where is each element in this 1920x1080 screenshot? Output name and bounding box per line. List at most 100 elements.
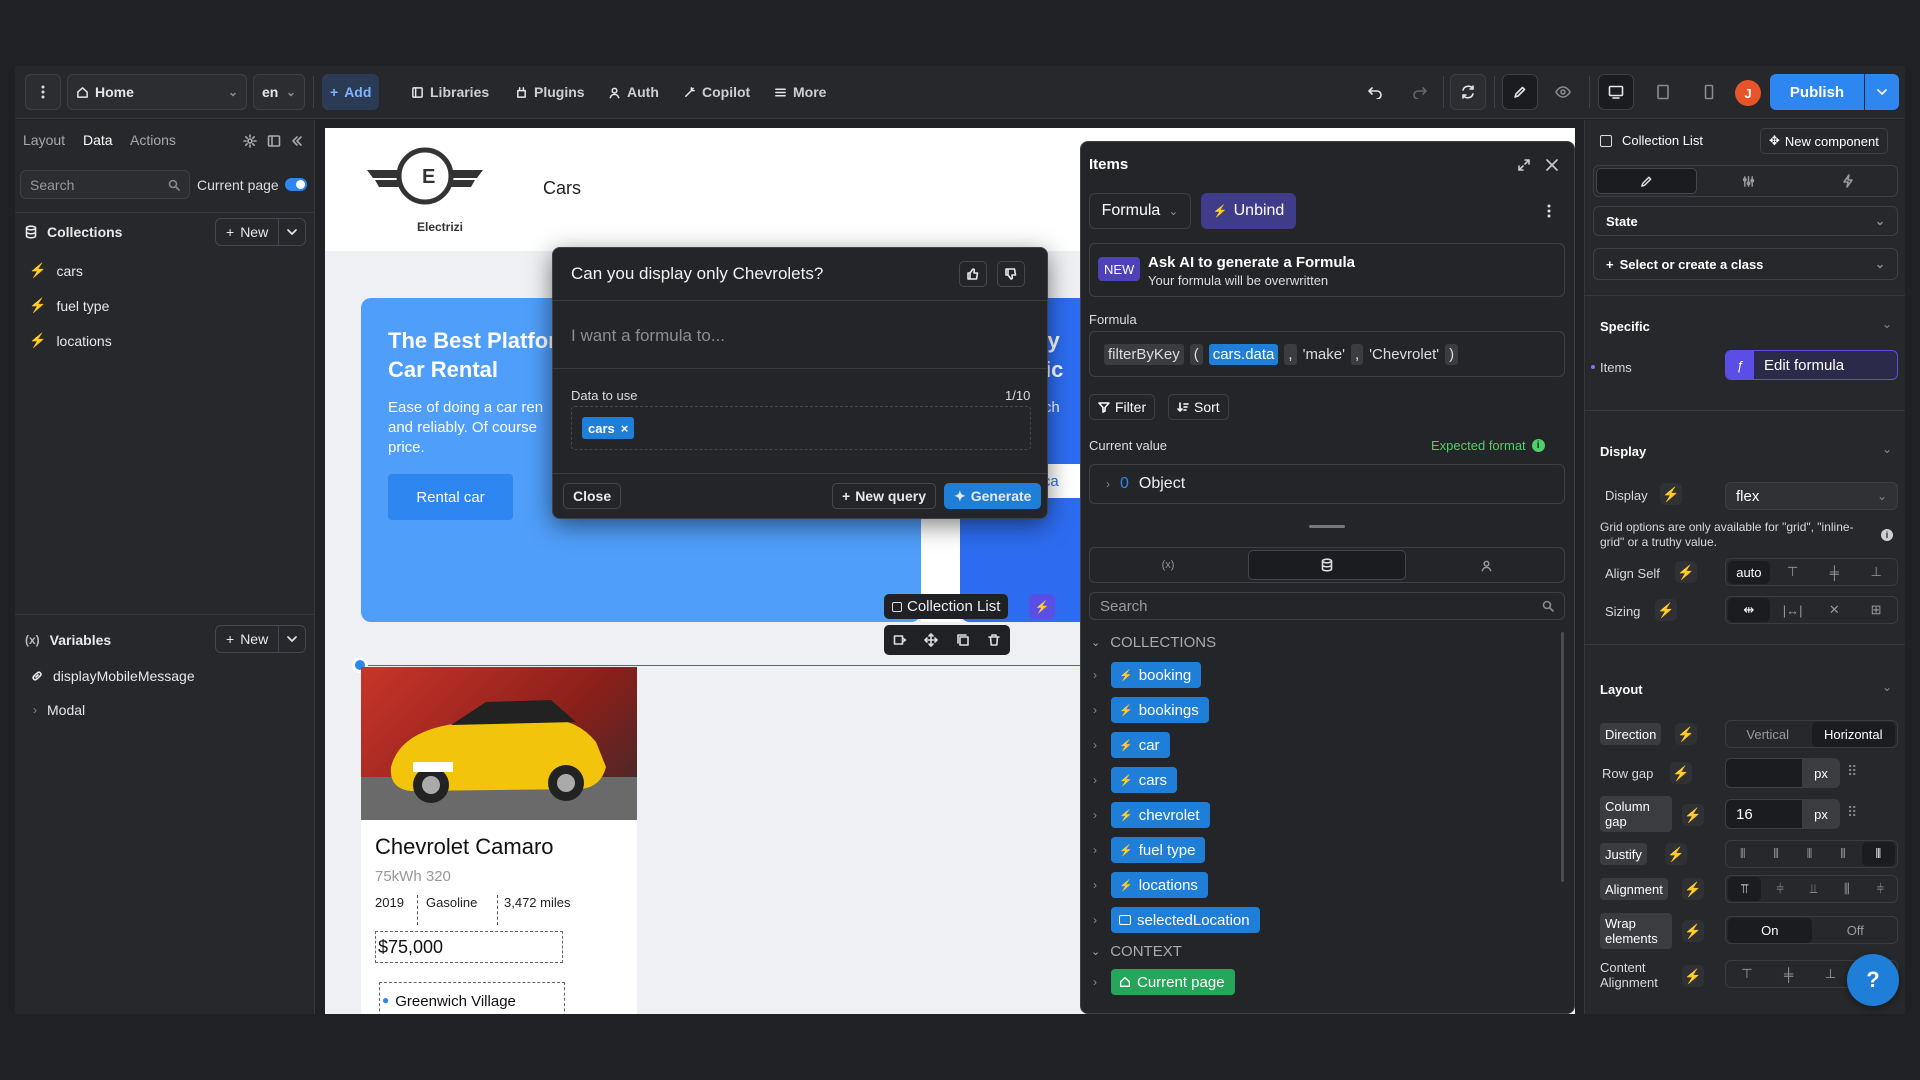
filter-button[interactable]: Filter	[1089, 394, 1156, 420]
data-item-bookings[interactable]: › ⚡ bookings	[1087, 697, 1209, 723]
data-search-input[interactable]: Search	[1089, 592, 1565, 620]
bind-icon[interactable]: ⚡	[1682, 804, 1704, 826]
refresh-button[interactable]	[1450, 74, 1486, 110]
edit-formula-button[interactable]: ƒ Edit formula	[1725, 350, 1898, 380]
data-item-booking[interactable]: › ⚡ booking	[1087, 662, 1202, 688]
align-stretch-icon[interactable]: ⫼	[1830, 881, 1863, 897]
language-select[interactable]: en ⌄	[253, 74, 305, 110]
chevron-down-icon[interactable]: ⌄	[1882, 680, 1892, 694]
sort-button[interactable]: Sort	[1168, 394, 1229, 420]
preview-mode-button[interactable]	[1545, 74, 1581, 110]
tab-collections[interactable]	[1248, 550, 1406, 580]
justify-center-icon[interactable]: ⫴	[1759, 846, 1792, 862]
trash-icon[interactable]	[987, 633, 1001, 647]
column-gap-input[interactable]: 16	[1725, 799, 1803, 829]
settings-icon[interactable]	[243, 134, 257, 148]
resize-handle[interactable]	[1309, 525, 1345, 528]
new-query-button[interactable]: + New query	[832, 483, 936, 509]
data-item-fuel-type[interactable]: › ⚡ fuel type	[1087, 837, 1206, 863]
new-variable-button[interactable]: + New	[215, 625, 307, 653]
justify-end-icon[interactable]: ⫴	[1793, 846, 1826, 862]
align-self-value[interactable]: auto	[1728, 560, 1770, 584]
data-item-selected-location[interactable]: › selectedLocation	[1087, 907, 1260, 933]
help-chat-button[interactable]: ?	[1847, 954, 1899, 1006]
tab-user[interactable]	[1408, 548, 1564, 582]
current-value-tree[interactable]: › 0 Object	[1089, 464, 1565, 504]
row-gap-input[interactable]	[1725, 758, 1803, 788]
wrap-off[interactable]: Off	[1814, 923, 1898, 938]
row-gap-unit[interactable]: px	[1802, 758, 1840, 788]
copilot-button[interactable]: Copilot	[675, 74, 758, 110]
tab-workflows[interactable]	[1798, 166, 1897, 196]
content-align-bottom-icon[interactable]: ⊥	[1810, 966, 1852, 982]
bind-icon[interactable]: ⚡	[1682, 878, 1704, 900]
new-collection-button[interactable]: + New	[215, 218, 307, 246]
drag-handle-icon[interactable]: ⠿	[1847, 763, 1857, 780]
data-item-current-page[interactable]: › Current page	[1087, 969, 1235, 995]
collections-group-header[interactable]: ⌄ COLLECTIONS	[1091, 634, 1216, 651]
panel-icon[interactable]	[267, 134, 281, 148]
duplicate-icon[interactable]	[956, 633, 970, 647]
user-avatar[interactable]: J	[1735, 80, 1761, 106]
desktop-view-button[interactable]	[1598, 74, 1634, 110]
wrap-icon[interactable]	[893, 633, 907, 647]
sizing-none-icon[interactable]: ✕	[1814, 602, 1856, 618]
collection-item-locations[interactable]: ⚡ locations	[29, 332, 112, 349]
sizing-control[interactable]: ⇹ |↔| ✕ ⊞	[1725, 596, 1898, 624]
collection-item-fuel-type[interactable]: ⚡ fuel type	[29, 297, 109, 314]
chevron-down-icon[interactable]: ⌄	[1882, 317, 1892, 331]
data-chip-cars[interactable]: cars ×	[582, 417, 635, 439]
bind-plug-icon[interactable]: ⚡	[1029, 594, 1055, 619]
tab-layout[interactable]: Layout	[23, 132, 65, 148]
align-middle-icon[interactable]: ⫩	[1763, 881, 1796, 897]
class-select[interactable]: + Select or create a class ⌄	[1593, 248, 1898, 280]
rental-car-button[interactable]: Rental car	[388, 474, 513, 520]
bind-icon[interactable]: ⚡	[1655, 599, 1677, 621]
align-center-icon[interactable]: ╪	[1814, 565, 1856, 580]
plugins-button[interactable]: Plugins	[507, 74, 593, 110]
expected-format-link[interactable]: Expected format i	[1431, 438, 1545, 453]
undo-button[interactable]	[1358, 74, 1392, 110]
data-to-use-field[interactable]: cars ×	[571, 406, 1031, 450]
variable-item-modal[interactable]: › Modal	[33, 702, 85, 718]
tab-data[interactable]: Data	[83, 132, 113, 148]
collapse-icon[interactable]	[290, 134, 304, 148]
edit-mode-button[interactable]	[1502, 74, 1538, 110]
data-item-cars[interactable]: › ⚡ cars	[1087, 767, 1178, 793]
scrollbar[interactable]	[1561, 632, 1564, 882]
column-gap-unit[interactable]: px	[1802, 799, 1840, 829]
align-bottom-icon[interactable]: ⫫	[1797, 881, 1830, 897]
justify-between-icon[interactable]: ⫴	[1861, 842, 1896, 866]
mobile-view-button[interactable]	[1691, 74, 1727, 110]
formula-mode-select[interactable]: Formula ⌄	[1089, 193, 1191, 229]
sizing-fill-icon[interactable]: |↔|	[1772, 603, 1814, 618]
tab-variables[interactable]: (x)	[1090, 548, 1246, 582]
auth-button[interactable]: Auth	[600, 74, 667, 110]
direction-horizontal[interactable]: Horizontal	[1811, 721, 1895, 747]
justify-start-icon[interactable]: ⫴	[1726, 846, 1759, 862]
data-item-locations[interactable]: › ⚡ locations	[1087, 872, 1208, 898]
bind-icon[interactable]: ⚡	[1675, 561, 1697, 583]
tab-style[interactable]	[1596, 168, 1697, 194]
expand-icon[interactable]	[1517, 158, 1531, 172]
more-button[interactable]: More	[766, 74, 834, 110]
justify-control[interactable]: ⫴ ⫴ ⫴ ⫴ ⫴	[1725, 840, 1898, 868]
car-card[interactable]: Chevrolet Camaro 75kWh 320 2019 Gasoline…	[361, 667, 637, 1014]
move-icon[interactable]	[924, 633, 939, 647]
context-group-header[interactable]: ⌄ CONTEXT	[1091, 943, 1182, 960]
publish-options-button[interactable]	[1865, 74, 1899, 110]
direction-vertical[interactable]: Vertical	[1726, 727, 1810, 742]
tablet-view-button[interactable]	[1645, 74, 1681, 110]
publish-button[interactable]: Publish	[1770, 74, 1864, 110]
generate-button[interactable]: ✦ Generate	[944, 483, 1042, 509]
collection-list-chip[interactable]: Collection List	[884, 594, 1009, 619]
content-align-top-icon[interactable]: ⊤	[1726, 966, 1768, 982]
data-item-car[interactable]: › ⚡ car	[1087, 732, 1170, 758]
bind-icon[interactable]: ⚡	[1682, 920, 1704, 942]
search-input[interactable]: Search	[20, 170, 190, 199]
chevron-down-icon[interactable]: ⌄	[1882, 442, 1892, 456]
bind-icon[interactable]: ⚡	[1682, 965, 1704, 987]
ask-ai-banner[interactable]: NEW Ask AI to generate a Formula Your fo…	[1089, 243, 1565, 297]
align-self-control[interactable]: auto ⊤ ╪ ⊥	[1725, 558, 1898, 586]
thumbs-up-button[interactable]	[959, 261, 987, 287]
